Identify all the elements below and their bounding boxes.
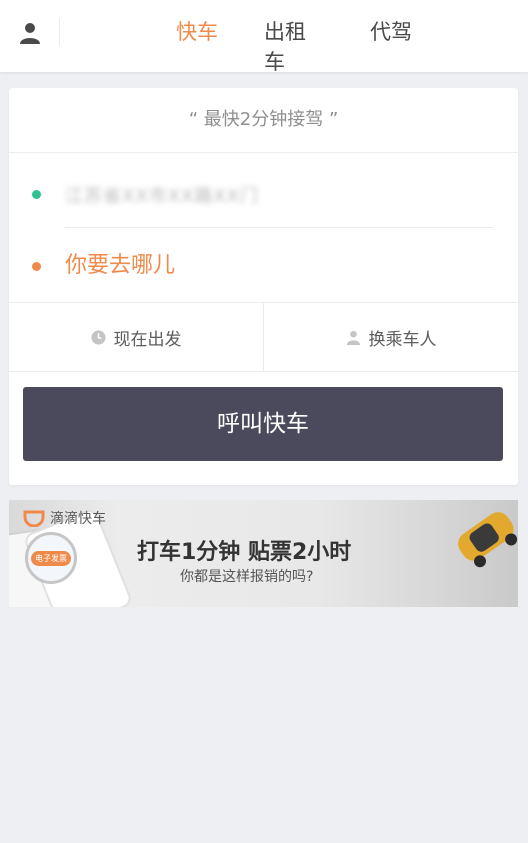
car-icon [458, 512, 518, 568]
ride-request-card: “ 最快2分钟接驾 ” 江苏省XX市XX路XX门 你要去哪儿 现在出发 换乘车人… [9, 88, 518, 485]
magnifier-illustration: 电子发票 [25, 532, 77, 584]
call-kuaiche-button[interactable]: 呼叫快车 [23, 387, 503, 461]
departure-time-button[interactable]: 现在出发 [9, 303, 264, 371]
destination-field[interactable]: 你要去哪儿 [9, 236, 518, 296]
header-divider [59, 18, 60, 46]
top-nav-bar: 快车 出租车 代驾 [0, 0, 528, 74]
user-profile-button[interactable] [0, 0, 60, 66]
change-rider-button[interactable]: 换乘车人 [264, 303, 518, 371]
pickup-slogan: “ 最快2分钟接驾 ” [9, 88, 518, 153]
didi-logo-icon [23, 510, 45, 527]
promo-banner[interactable]: 电子发票 滴滴快车 打车1分钟 贴票2小时 你都是这样报销的吗? [9, 500, 518, 607]
location-divider [65, 227, 493, 228]
destination-placeholder: 你要去哪儿 [65, 253, 176, 278]
e-invoice-tag: 电子发票 [31, 550, 71, 566]
brand-logo: 滴滴快车 [23, 508, 106, 528]
change-rider-label: 换乘车人 [368, 329, 437, 350]
departure-time-label: 现在出发 [113, 329, 182, 350]
promo-headline: 打车1分钟 贴票2小时 [137, 540, 352, 565]
origin-field[interactable]: 江苏省XX市XX路XX门 [9, 168, 518, 228]
brand-name: 滴滴快车 [50, 511, 106, 527]
origin-address: 江苏省XX市XX路XX门 [65, 186, 259, 207]
person-icon [346, 330, 361, 345]
origin-dot-icon [32, 190, 41, 199]
tab-kuaiche[interactable]: 快车 [176, 17, 222, 47]
tab-taxi[interactable]: 出租车 [264, 17, 326, 74]
tab-daijia[interactable]: 代驾 [370, 17, 412, 47]
promo-subline: 你都是这样报销的吗? [180, 569, 314, 585]
user-icon [20, 23, 40, 44]
clock-icon [90, 329, 106, 345]
destination-dot-icon [32, 262, 41, 271]
ride-options-row: 现在出发 换乘车人 [9, 302, 518, 372]
